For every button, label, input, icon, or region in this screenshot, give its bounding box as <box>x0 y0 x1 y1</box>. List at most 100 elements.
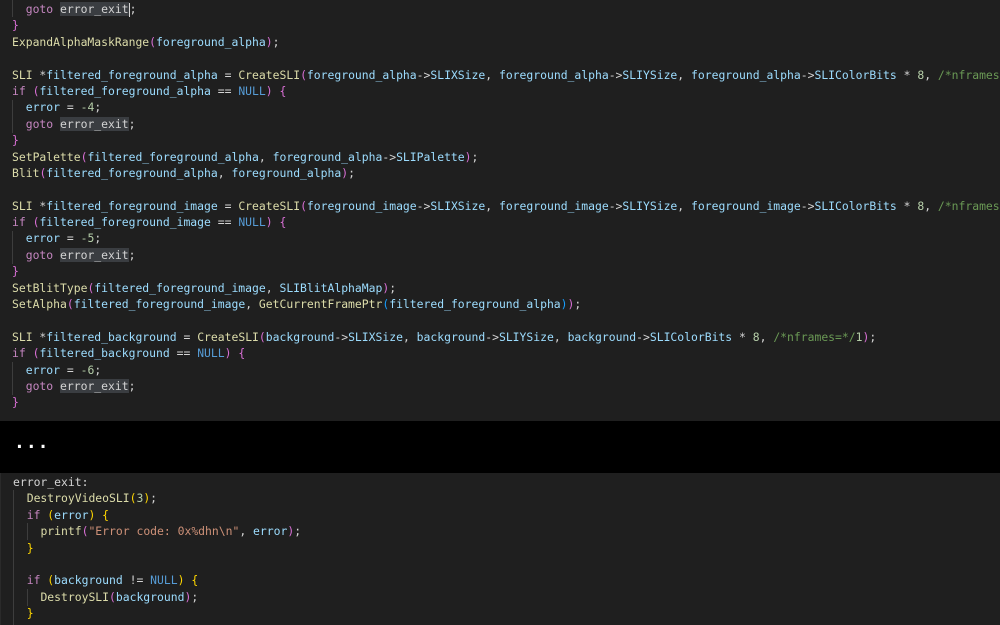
code-token: SLIYSize <box>498 329 554 344</box>
code-token: { <box>238 346 246 361</box>
code-token: error_exit <box>60 247 129 262</box>
code-token: -> <box>636 329 650 344</box>
code-token: , <box>924 67 938 82</box>
code-token: } <box>12 18 19 33</box>
code-token: , <box>924 198 938 213</box>
code-token: = <box>217 198 239 213</box>
indent-guide <box>12 100 13 133</box>
code-token: = <box>60 231 81 246</box>
code-token: } <box>12 264 19 279</box>
code-token: background <box>416 329 486 344</box>
code-line[interactable]: SetBlitType(filtered_foreground_image, S… <box>0 280 1000 296</box>
code-line[interactable]: SLI *filtered_foreground_image = CreateS… <box>0 198 1000 214</box>
code-block-top[interactable]: goto error_exit;} ExpandAlphaMaskRange(fo… <box>0 1 1000 411</box>
code-token: { <box>279 215 287 230</box>
code-token: filtered_foreground_image <box>94 280 266 295</box>
code-editor-bottom[interactable]: error_exit: DestroyVideoSLI(3); if (erro… <box>0 473 1000 625</box>
code-token: * <box>896 67 918 82</box>
code-token: , <box>239 524 254 539</box>
code-line[interactable]: } <box>1 540 1000 556</box>
code-line[interactable]: } <box>1 605 1000 621</box>
code-editor-top[interactable]: goto error_exit;} ExpandAlphaMaskRange(fo… <box>0 0 1000 421</box>
code-line[interactable]: goto error_exit; <box>0 116 1000 132</box>
code-token: if <box>12 83 26 98</box>
code-line[interactable]: error_exit: <box>1 474 1000 490</box>
code-token: ; <box>574 297 582 312</box>
code-token: ; <box>294 524 302 539</box>
code-token: ( <box>300 67 307 82</box>
code-token: SetPalette <box>12 149 81 164</box>
code-token: ) <box>560 297 568 312</box>
code-line[interactable]: ExpandAlphaMaskRange(foreground_alpha); <box>0 34 1000 50</box>
code-line[interactable]: } <box>0 17 1000 33</box>
code-line[interactable]: } <box>0 394 1000 410</box>
code-line[interactable]: if (error) { <box>1 507 1000 523</box>
code-line[interactable]: SetAlpha(filtered_foreground_image, GetC… <box>0 296 1000 312</box>
code-line[interactable] <box>0 50 1000 66</box>
code-token: -> <box>608 198 623 213</box>
code-line[interactable]: SLI *filtered_foreground_alpha = CreateS… <box>0 67 1000 83</box>
code-line[interactable]: DestroySLI(background); <box>1 589 1000 605</box>
code-line[interactable]: goto error_exit; <box>0 1 1000 17</box>
code-token: error_exit: <box>13 475 89 489</box>
code-line[interactable]: } <box>0 263 1000 279</box>
code-line[interactable]: if (foreground_image != NULL) { <box>1 622 1000 625</box>
code-line[interactable]: SetPalette(filtered_foreground_alpha, fo… <box>0 149 1000 165</box>
code-token: CreateSLI <box>197 329 259 344</box>
code-line[interactable]: SLI *filtered_background = CreateSLI(bac… <box>0 329 1000 345</box>
code-token: * <box>32 67 47 82</box>
code-token: } <box>12 133 19 148</box>
code-token: ( <box>66 297 74 312</box>
screen: goto error_exit;} ExpandAlphaMaskRange(fo… <box>0 0 1000 625</box>
code-token: ExpandAlphaMaskRange <box>12 34 150 49</box>
code-token: DestroySLI <box>40 589 110 604</box>
indent-guide <box>13 490 14 625</box>
code-line[interactable]: if (filtered_foreground_alpha == NULL) { <box>0 83 1000 99</box>
code-line[interactable]: error = -6; <box>0 362 1000 378</box>
code-line[interactable]: Blit(filtered_foreground_alpha, foregrou… <box>0 165 1000 181</box>
indent-guide <box>12 231 13 264</box>
code-block-bottom[interactable]: error_exit: DestroyVideoSLI(3); if (erro… <box>1 474 1000 625</box>
code-token: -> <box>800 198 815 213</box>
code-line[interactable]: goto error_exit; <box>0 247 1000 263</box>
code-line[interactable] <box>1 556 1000 572</box>
code-line[interactable]: goto error_exit; <box>0 378 1000 394</box>
code-token: error_exit <box>60 2 129 16</box>
code-token: error <box>54 507 89 522</box>
code-token: * <box>896 198 918 213</box>
code-token: , <box>553 329 568 344</box>
code-token: == <box>169 346 198 361</box>
code-token: ; <box>128 116 136 131</box>
code-line[interactable]: printf("Error code: 0x%dhn\n", error); <box>1 523 1000 539</box>
code-line[interactable]: error = -4; <box>0 99 1000 115</box>
code-line[interactable]: if (filtered_foreground_image == NULL) { <box>0 214 1000 230</box>
code-token: , <box>217 165 232 180</box>
code-line[interactable]: if (background != NULL) { <box>1 572 1000 588</box>
code-token: error <box>253 524 288 539</box>
code-line[interactable]: error = -5; <box>0 230 1000 246</box>
code-line[interactable] <box>0 181 1000 197</box>
code-token: { <box>279 83 287 98</box>
code-token: ; <box>272 34 280 49</box>
code-line[interactable]: if (filtered_background == NULL) { <box>0 345 1000 361</box>
code-token: -> <box>416 67 431 82</box>
code-token: ) <box>265 215 273 230</box>
code-line[interactable]: } <box>0 132 1000 148</box>
code-token: { <box>191 573 199 588</box>
code-token: foreground_alpha <box>272 149 383 164</box>
code-token: , <box>245 297 259 312</box>
code-line[interactable]: DestroyVideoSLI(3); <box>1 490 1000 506</box>
code-token: foreground_image <box>498 198 609 213</box>
code-line[interactable] <box>0 312 1000 328</box>
code-token: SLIYSize <box>622 198 678 213</box>
code-token: filtered_foreground_alpha <box>39 83 211 98</box>
